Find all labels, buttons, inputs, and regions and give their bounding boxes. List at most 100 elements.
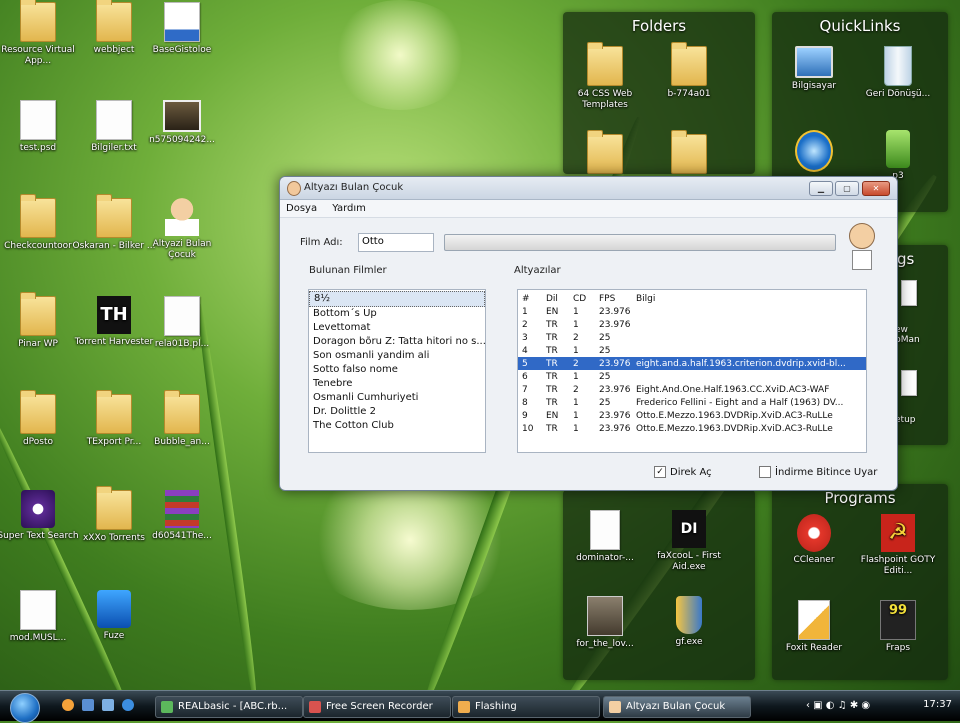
column-header[interactable]: #	[518, 292, 542, 305]
subtitle-row[interactable]: 3 TR 2 25	[518, 331, 866, 344]
taskbar-button[interactable]: REALbasic - [ABC.rb...	[155, 696, 303, 718]
desktop-icon-photo[interactable]: n575094242...	[140, 100, 224, 146]
gadget-folder-item[interactable]: b-774a01	[647, 42, 731, 100]
column-header[interactable]: FPS	[595, 292, 632, 305]
taskbar-button[interactable]: Flashing	[452, 696, 600, 718]
gadget-item[interactable]: gf.exe	[647, 596, 731, 648]
films-listbox[interactable]: 8½ Bottom´s Up Levettomat Doragon bõru Z: T…	[308, 289, 486, 453]
paper-icon	[96, 100, 132, 140]
film-list-item[interactable]: Son osmanli yandim ali	[309, 349, 485, 363]
file-icon	[901, 370, 917, 396]
program-ccleaner[interactable]: CCleaner	[772, 514, 856, 566]
subtitle-row[interactable]: 8 TR 1 25 Frederico Fellini - Eight and a Ha…	[518, 396, 866, 409]
film-list-item[interactable]: Bottom´s Up	[309, 307, 485, 321]
direct-open-checkbox[interactable]: ✓ Direk Aç	[654, 466, 712, 478]
quicklink-computer[interactable]: Bilgisayar	[772, 46, 856, 92]
window-titlebar[interactable]: Altyazı Bulan Çocuk ▁ ▢ ✕	[280, 177, 897, 200]
film-name-input[interactable]: Otto	[358, 233, 434, 252]
desktop-icon-folder[interactable]: Bubble_an...	[140, 390, 224, 448]
subtitle-row[interactable]: 5 TR 2 23.976 eight.and.a.half.1963.criterio…	[518, 357, 866, 370]
film-list-item[interactable]: Sotto falso nome	[309, 363, 485, 377]
folder-icon	[96, 486, 132, 530]
desktop-icon-word[interactable]: BaseGistoloe	[140, 2, 224, 56]
eye-icon	[21, 490, 55, 528]
folder-icon	[587, 42, 623, 86]
gadget-item[interactable]: for_the_lov...	[563, 596, 647, 650]
program-fraps[interactable]: 99 Fraps	[856, 600, 940, 654]
subtitles-table: # Dil CD FPS Bilgi 1 EN 1 23.976 2 TR 1 23.976 3…	[518, 292, 866, 435]
subtitle-row[interactable]: 10 TR 1 23.976 Otto.E.Mezzo.1963.DVDRip.XviD…	[518, 422, 866, 435]
desktop-icon-boy[interactable]: Altyazi Bulan Çocuk	[140, 198, 224, 261]
film-list-item[interactable]: 8½	[309, 291, 485, 307]
desktop-icon[interactable]	[82, 699, 94, 711]
subtitle-row[interactable]: 6 TR 1 25	[518, 370, 866, 383]
folder-icon	[164, 390, 200, 434]
desktop-icon-paper[interactable]: rela01B.pl...	[140, 296, 224, 350]
subtitles-header: # Dil CD FPS Bilgi	[518, 292, 866, 305]
subtitle-row[interactable]: 9 EN 1 23.976 Otto.E.Mezzo.1963.DVDRip.XviD.…	[518, 409, 866, 422]
taskbar-button[interactable]: Free Screen Recorder	[303, 696, 451, 718]
program-foxit[interactable]: Foxit Reader	[772, 600, 856, 654]
subtitle-row[interactable]: 2 TR 1 23.976	[518, 318, 866, 331]
desktop-icon-fuze[interactable]: Fuze	[72, 590, 156, 642]
subtitle-cell: EN	[546, 306, 559, 317]
desktop-icon-paper[interactable]: mod.MUSL...	[0, 590, 80, 644]
tray-icons[interactable]: ‹ ▣ ◐ ♫ ✱ ◉	[806, 700, 870, 711]
subtitle-cell: 23.976	[599, 384, 631, 395]
folder-icon	[671, 130, 707, 174]
maximize-button[interactable]: ▢	[835, 181, 859, 196]
subtitle-row[interactable]: 7 TR 2 23.976 Eight.And.One.Half.1963.CC.Xvi…	[518, 383, 866, 396]
notify-on-complete-checkbox[interactable]: İndirme Bitince Uyar	[759, 466, 877, 478]
task-app-icon	[309, 701, 321, 713]
film-list-item[interactable]: Doragon bõru Z: Tatta hitori no s...	[309, 335, 485, 349]
desktop-icon-eye[interactable]: Super Text Search	[0, 490, 80, 542]
film-list-item[interactable]: Osmanli Cumhuriyeti	[309, 391, 485, 405]
minimize-button[interactable]: ▁	[809, 181, 833, 196]
gadget-item[interactable]: DI faXcooL - First Aid.exe	[647, 510, 731, 573]
menu-yardim[interactable]: Yardım	[326, 200, 372, 217]
gadget-item[interactable]: dominator-...	[563, 510, 647, 564]
subtitle-cell	[632, 344, 866, 357]
switch-windows-icon[interactable]	[102, 699, 114, 711]
menu-dosya[interactable]: Dosya	[280, 200, 323, 217]
taskbar-button[interactable]: Altyazı Bulan Çocuk	[603, 696, 751, 718]
subtitle-row[interactable]: 1 EN 1 23.976	[518, 305, 866, 318]
film-list-item[interactable]: Tenebre	[309, 377, 485, 391]
desktop-icon-rar[interactable]: d60541The...	[140, 490, 224, 542]
subtitle-cell: 2	[573, 384, 579, 395]
subtitle-cell: 1	[573, 410, 579, 421]
column-header[interactable]: CD	[569, 292, 595, 305]
start-button[interactable]	[10, 693, 40, 723]
subtitle-cell: TR	[546, 423, 558, 434]
subtitle-cell: TR	[546, 384, 558, 395]
clock[interactable]: 17:37	[923, 699, 952, 710]
column-header[interactable]: Dil	[542, 292, 569, 305]
desktop-icon-folder[interactable]: dPosto	[0, 390, 80, 448]
column-header[interactable]: Bilgi	[632, 292, 866, 305]
subtitle-cell: 6	[522, 371, 528, 382]
desktop-icon-folder[interactable]: Checkcountoor	[0, 194, 80, 252]
subtitle-cell: 23.976	[599, 319, 631, 330]
ie-icon[interactable]	[122, 699, 134, 711]
quicklink-ie[interactable]	[772, 130, 856, 175]
film-list-item[interactable]: The Cotton Club	[309, 419, 485, 433]
firefox-icon[interactable]	[62, 699, 74, 711]
task-app-icon	[458, 701, 470, 713]
subtitle-row[interactable]: 4 TR 1 25	[518, 344, 866, 357]
quicklink-item[interactable]: p3	[856, 130, 940, 182]
file-icon	[590, 510, 620, 550]
desktop-icon-folder[interactable]: Resource Virtual App...	[0, 0, 80, 67]
altyazi-window: Altyazı Bulan Çocuk ▁ ▢ ✕ Dosya Yardım F…	[279, 176, 898, 491]
subtitles-listview[interactable]: # Dil CD FPS Bilgi 1 EN 1 23.976 2 TR 1 23.976 3…	[517, 289, 867, 453]
close-button[interactable]: ✕	[862, 181, 890, 196]
gadget-folder-item[interactable]	[647, 130, 731, 177]
film-list-item[interactable]: Levettomat	[309, 321, 485, 335]
quicklink-recycle-bin[interactable]: Geri Dönüşü...	[856, 46, 940, 100]
desktop-icon-folder[interactable]: Pinar WP	[0, 292, 80, 350]
gadget-folder-item[interactable]	[563, 130, 647, 177]
background-bokeh	[330, 0, 470, 110]
gadget-folder-item[interactable]: 64 CSS Web Templates	[563, 42, 647, 111]
desktop-icon-paper[interactable]: test.psd	[0, 100, 80, 154]
program-flashpoint[interactable]: ☭ Flashpoint GOTY Editi...	[856, 514, 940, 577]
film-list-item[interactable]: Dr. Dolittle 2	[309, 405, 485, 419]
